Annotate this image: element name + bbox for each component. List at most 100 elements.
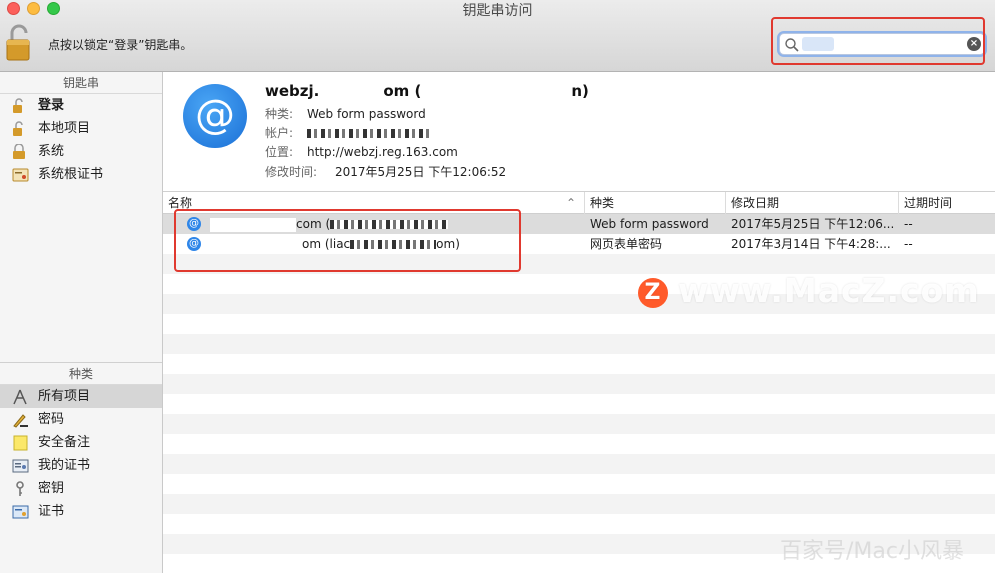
- kind-label: 种类:: [265, 107, 294, 121]
- row-expires: --: [904, 217, 913, 231]
- sidebar-item-my-certificates[interactable]: 我的证书: [0, 454, 162, 477]
- password-icon: [13, 414, 28, 428]
- items-table: 名称 ⌃ 种类 修改日期 过期时间 @ com ( Web form passw…: [163, 192, 995, 573]
- item-detail: @ webzj. om (n) 种类: Web form password 帐户: …: [163, 72, 995, 192]
- sidebar: 钥匙串 登录 本地项目 系统 系统根证书 种类 所有项目 密码 安全备注 我的证…: [0, 72, 163, 573]
- table-row[interactable]: @ com ( Web form password 2017年5月25日 下午1…: [163, 214, 995, 234]
- where-value: http://webzj.reg.163.com: [307, 145, 458, 159]
- sidebar-item-login[interactable]: 登录: [0, 94, 162, 117]
- bottom-watermark: 百家号/Mac小风暴: [780, 539, 964, 564]
- where-label: 位置:: [265, 145, 294, 159]
- sidebar-item-system[interactable]: 系统: [0, 140, 162, 163]
- sidebar-item-label: 本地项目: [38, 121, 91, 136]
- all-items-icon: [13, 389, 27, 405]
- empty-row: [163, 414, 995, 434]
- web-form-icon: @: [183, 84, 247, 148]
- detail-where-row: 位置: http://webzj.reg.163.com: [265, 143, 458, 160]
- account-value-redacted: [307, 129, 431, 138]
- sidebar-item-label: 登录: [38, 98, 65, 113]
- toolbar: 钥匙串访问 点按以锁定“登录”钥匙串。 ×: [0, 0, 995, 72]
- sidebar-item-label: 系统: [38, 144, 65, 159]
- row-name-redacted: [350, 240, 437, 249]
- empty-row: [163, 434, 995, 454]
- sidebar-item-keys[interactable]: 密钥: [0, 477, 162, 500]
- kinds-header: 种类: [0, 363, 162, 385]
- sidebar-item-label: 所有项目: [38, 389, 91, 404]
- empty-row: [163, 494, 995, 514]
- row-modified: 2017年3月14日 下午4:28:...: [731, 237, 891, 251]
- detail-title-mid: om (: [383, 82, 422, 100]
- lock-icon: [13, 144, 25, 159]
- account-label: 帐户:: [265, 126, 294, 140]
- sidebar-item-label: 密码: [38, 412, 65, 427]
- table-header: 名称 ⌃ 种类 修改日期 过期时间: [163, 192, 995, 214]
- row-name-redacted: [330, 220, 449, 229]
- key-icon: [16, 481, 24, 496]
- detail-kind-row: 种类: Web form password: [265, 105, 426, 122]
- row-name-text: com (: [296, 217, 331, 231]
- watermark: Zwww.MacZ.com: [638, 271, 980, 310]
- lock-open-icon[interactable]: [6, 24, 34, 62]
- detail-title-prefix: webzj.: [265, 82, 320, 100]
- detail-title: webzj. om ( n): [265, 82, 589, 100]
- sidebar-item-label: 证书: [38, 504, 65, 519]
- watermark-text: www.MacZ.com: [678, 271, 980, 310]
- certificate-icon: [12, 168, 29, 182]
- empty-row: [163, 314, 995, 334]
- detail-title-suffix: n): [571, 82, 589, 100]
- search-icon: [785, 38, 799, 52]
- sidebar-item-secure-notes[interactable]: 安全备注: [0, 431, 162, 454]
- sidebar-item-certificates[interactable]: 证书: [0, 500, 162, 523]
- keychains-header: 钥匙串: [0, 72, 162, 94]
- lock-open-icon: [13, 98, 23, 113]
- secure-note-icon: [13, 435, 28, 451]
- modified-label: 修改时间:: [265, 165, 318, 179]
- kind-value: Web form password: [307, 107, 426, 121]
- sidebar-item-system-roots[interactable]: 系统根证书: [0, 163, 162, 186]
- web-form-icon: @: [187, 237, 201, 251]
- empty-row: [163, 514, 995, 534]
- search-field[interactable]: ×: [779, 33, 985, 55]
- sidebar-item-all-items[interactable]: 所有项目: [0, 385, 162, 408]
- detail-account-row: 帐户:: [265, 124, 431, 141]
- lock-hint: 点按以锁定“登录”钥匙串。: [48, 38, 193, 52]
- sidebar-item-label: 我的证书: [38, 458, 91, 473]
- certificate-icon: [12, 505, 29, 519]
- table-body: @ com ( Web form password 2017年5月25日 下午1…: [163, 214, 995, 554]
- web-form-icon: @: [187, 217, 201, 231]
- row-name: com (: [205, 214, 585, 234]
- kinds-section: 种类 所有项目 密码 安全备注 我的证书 密钥 证书: [0, 362, 162, 523]
- row-kind: Web form password: [590, 217, 709, 231]
- row-expires: --: [904, 237, 913, 251]
- column-header-expires[interactable]: 过期时间: [899, 192, 995, 214]
- table-row[interactable]: @ om (liac om) 网页表单密码 2017年3月14日 下午4:28:.…: [163, 234, 995, 254]
- column-name-label: 名称: [168, 196, 193, 210]
- sidebar-item-local-items[interactable]: 本地项目: [0, 117, 162, 140]
- column-header-name[interactable]: 名称 ⌃: [163, 192, 585, 214]
- empty-row: [163, 374, 995, 394]
- empty-row: [163, 454, 995, 474]
- macz-logo-icon: Z: [638, 278, 668, 308]
- my-cert-icon: [12, 459, 29, 473]
- sidebar-item-label: 安全备注: [38, 435, 91, 450]
- clear-search-icon[interactable]: ×: [967, 37, 981, 51]
- empty-row: [163, 354, 995, 374]
- empty-row: [163, 474, 995, 494]
- row-name-end: om): [436, 237, 460, 251]
- empty-row: [163, 334, 995, 354]
- row-modified: 2017年5月25日 下午12:06...: [731, 217, 895, 231]
- column-header-modified[interactable]: 修改日期: [726, 192, 899, 214]
- sidebar-item-label: 系统根证书: [38, 167, 104, 182]
- lock-open-icon: [13, 121, 23, 136]
- sidebar-item-label: 密钥: [38, 481, 65, 496]
- detail-modified-row: 修改时间: 2017年5月25日 下午12:06:52: [265, 163, 506, 180]
- row-name-text: om (liac: [302, 237, 351, 251]
- column-header-kind[interactable]: 种类: [585, 192, 726, 214]
- window-title: 钥匙串访问: [462, 3, 533, 19]
- search-query-redacted: [802, 37, 834, 51]
- modified-value: 2017年5月25日 下午12:06:52: [335, 165, 507, 179]
- row-kind: 网页表单密码: [590, 237, 663, 251]
- row-name: om (liac om): [205, 234, 585, 254]
- sidebar-item-passwords[interactable]: 密码: [0, 408, 162, 431]
- sort-ascending-icon: ⌃: [565, 196, 576, 210]
